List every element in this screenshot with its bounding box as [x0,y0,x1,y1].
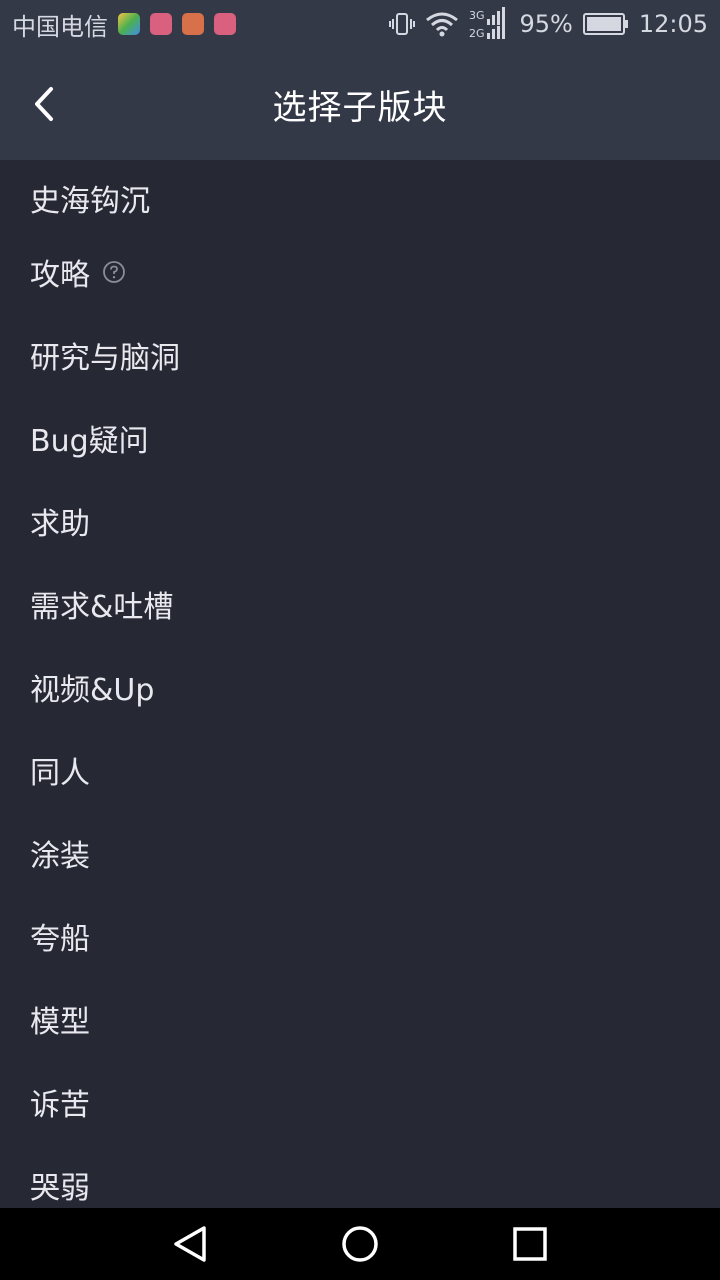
list-item-label: 需求&吐槽 [30,589,174,625]
list-item[interactable]: 夸船 [0,894,720,977]
nav-home-button[interactable] [330,1214,390,1274]
svg-text:3G: 3G [469,9,485,22]
battery-icon [582,12,629,36]
bilibili-notification-icon [150,13,172,35]
signal-icon: 3G 2G [469,7,509,41]
nav-back-button[interactable] [160,1214,220,1274]
list-item[interactable]: 视频&Up [0,645,720,728]
chevron-left-icon [35,87,53,121]
list-item[interactable]: 同人 [0,728,720,811]
battery-percent: 95% [519,10,573,38]
circle-home-icon [342,1226,378,1262]
list-item-label: 同人 [30,755,90,791]
list-item-label: 哭弱 [30,1170,90,1206]
square-recents-icon [513,1227,547,1261]
carrier-label: 中国电信 [12,12,108,41]
notification-icons [118,13,236,35]
triangle-back-icon [174,1226,206,1262]
list-item[interactable]: 诉苦 [0,1060,720,1143]
list-item-label: 夸船 [30,921,90,957]
list-item[interactable]: 哭弱 [0,1143,720,1208]
vibrate-icon [389,11,416,37]
list-item-label: Bug疑问 [30,423,149,459]
status-right: 3G 2G 95% 12:05 [389,7,708,41]
navigation-bar [0,1208,720,1280]
list-item[interactable]: 攻略 [0,230,720,313]
list-item-label: 诉苦 [30,1087,90,1123]
nav-recents-button[interactable] [500,1214,560,1274]
list-item-label: 涂装 [30,838,90,874]
app-notification-icon [118,13,140,35]
back-button[interactable] [20,74,68,134]
list-item[interactable]: 需求&吐槽 [0,562,720,645]
clock: 12:05 [638,10,708,38]
app-notification-icon [182,13,204,35]
list-item-label: 研究与脑洞 [30,340,180,376]
list-item[interactable]: Bug疑问 [0,396,720,479]
status-left: 中国电信 [12,7,236,42]
list-item-label: 求助 [30,506,90,542]
list-item[interactable]: 涂装 [0,811,720,894]
wifi-icon [425,11,459,37]
list-item[interactable]: 史海钩沉 [0,160,720,230]
list-item[interactable]: 模型 [0,977,720,1060]
list-item-label: 攻略 [30,257,90,293]
status-bar: 中国电信 3G 2G 95% 12:05 [0,0,720,48]
list-item[interactable]: 研究与脑洞 [0,313,720,396]
list-item-label: 模型 [30,1004,90,1040]
list-item-label: 视频&Up [30,672,155,708]
list-item-label: 史海钩沉 [30,184,150,219]
subforum-list: 史海钩沉 攻略 研究与脑洞 Bug疑问 求助 需求&吐槽 视频&Up 同人 涂装… [0,160,720,1208]
bilibili-notification-icon [214,13,236,35]
list-item[interactable]: 求助 [0,479,720,562]
title-bar: 选择子版块 [0,48,720,160]
help-icon[interactable] [102,260,126,284]
svg-text:2G: 2G [469,27,485,40]
page-title: 选择子版块 [272,87,448,128]
